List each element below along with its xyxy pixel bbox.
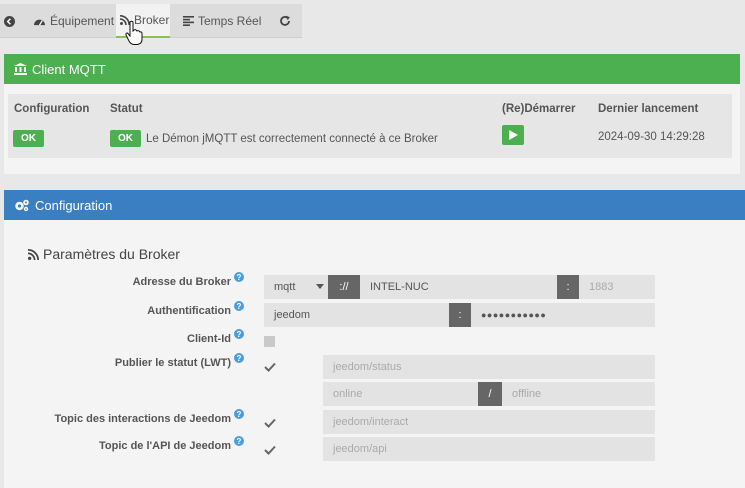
lwt-label: Publier le statut (LWT) ? <box>114 353 244 369</box>
lwt-separator: / <box>478 382 502 406</box>
tab-equipment[interactable]: Équipement <box>33 4 120 38</box>
config-panel: Configuration Paramètres du Broker Adres… <box>4 190 745 488</box>
interact-checkbox[interactable] <box>264 417 276 429</box>
header-status: Statut <box>110 103 143 115</box>
address-label: Adresse du Broker ? <box>132 272 244 288</box>
auth-label: Authentification ? <box>147 301 244 317</box>
api-label-text: Topic de l'API de Jeedom <box>99 440 231 452</box>
dashboard-icon <box>34 19 45 25</box>
config-status-cell: OK <box>13 130 44 147</box>
labels-column: Adresse du Broker ? Authentification ? C… <box>4 190 244 488</box>
last-launch-value: 2024-09-30 14:29:28 <box>598 131 705 143</box>
status-ok-badge: OK <box>110 130 141 147</box>
tab-realtime-label: Temps Réel <box>198 14 262 28</box>
lwt-online-input[interactable]: online <box>323 382 478 406</box>
checkmark-icon <box>264 418 276 428</box>
api-label: Topic de l'API de Jeedom ? <box>99 436 244 452</box>
restart-cell <box>502 125 524 145</box>
tab-bar: Équipement Broker Temps Réel <box>0 0 745 45</box>
help-icon[interactable]: ? <box>234 329 244 339</box>
config-ok-badge: OK <box>13 130 44 147</box>
clientid-label: Client-Id ? <box>187 329 244 345</box>
port-input[interactable]: 1883 <box>579 275 655 299</box>
protocol-separator: :// <box>328 275 360 299</box>
api-checkbox[interactable] <box>264 444 276 456</box>
back-arrow-icon <box>4 15 15 27</box>
username-input[interactable]: jeedom <box>264 303 449 327</box>
refresh-icon <box>280 15 290 26</box>
daemon-status-cell: OK Le Démon jMQTT est correctement conne… <box>110 130 438 147</box>
bank-icon <box>14 63 27 75</box>
interact-label: Topic des interactions de Jeedom ? <box>54 409 244 425</box>
hand-cursor-icon <box>125 20 143 45</box>
clientid-label-text: Client-Id <box>187 333 231 345</box>
tab-equipment-label: Équipement <box>50 14 115 28</box>
restart-button[interactable] <box>502 125 524 145</box>
back-button[interactable] <box>4 4 20 38</box>
port-separator: : <box>557 275 579 299</box>
play-icon <box>508 130 518 140</box>
header-restart: (Re)Démarrer <box>502 103 576 115</box>
header-last-launch: Dernier lancement <box>598 103 699 115</box>
help-icon[interactable]: ? <box>234 436 244 446</box>
auth-label-text: Authentification <box>147 305 231 317</box>
interact-label-text: Topic des interactions de Jeedom <box>54 413 231 425</box>
interact-topic-input[interactable]: jeedom/interact <box>323 410 655 434</box>
protocol-select[interactable]: mqtt <box>264 275 328 299</box>
refresh-button[interactable] <box>279 4 291 38</box>
mqtt-panel-header: Client MQTT <box>4 54 740 84</box>
protocol-value: mqtt <box>274 281 296 293</box>
lwt-label-text: Publier le statut (LWT) <box>114 357 231 369</box>
lwt-topic-input[interactable]: jeedom/status <box>323 355 655 379</box>
help-icon[interactable]: ? <box>234 301 244 311</box>
help-icon[interactable]: ? <box>234 353 244 363</box>
mqtt-panel-title: Client MQTT <box>32 61 106 77</box>
lwt-offline-input[interactable]: offline <box>502 382 655 406</box>
help-icon[interactable]: ? <box>234 272 244 282</box>
clientid-checkbox[interactable] <box>264 336 275 347</box>
auth-separator: : <box>449 303 471 327</box>
host-input[interactable]: INTEL-NUC <box>360 275 557 299</box>
mqtt-panel: Client MQTT Configuration Statut (Re)Dém… <box>4 54 740 174</box>
align-left-icon <box>183 16 194 26</box>
password-input[interactable]: ●●●●●●●●●●● <box>471 303 655 327</box>
address-label-text: Adresse du Broker <box>132 276 231 288</box>
caret-down-icon <box>316 284 324 289</box>
header-configuration: Configuration <box>14 103 90 115</box>
api-topic-input[interactable]: jeedom/api <box>323 437 655 461</box>
checkmark-icon <box>264 362 276 372</box>
tab-realtime[interactable]: Temps Réel <box>183 4 261 38</box>
mqtt-status-table: Configuration Statut (Re)Démarrer Dernie… <box>8 94 732 158</box>
checkmark-icon <box>264 445 276 455</box>
status-text: Le Démon jMQTT est correctement connecté… <box>146 132 438 145</box>
help-icon[interactable]: ? <box>234 409 244 419</box>
lwt-checkbox[interactable] <box>264 361 276 373</box>
